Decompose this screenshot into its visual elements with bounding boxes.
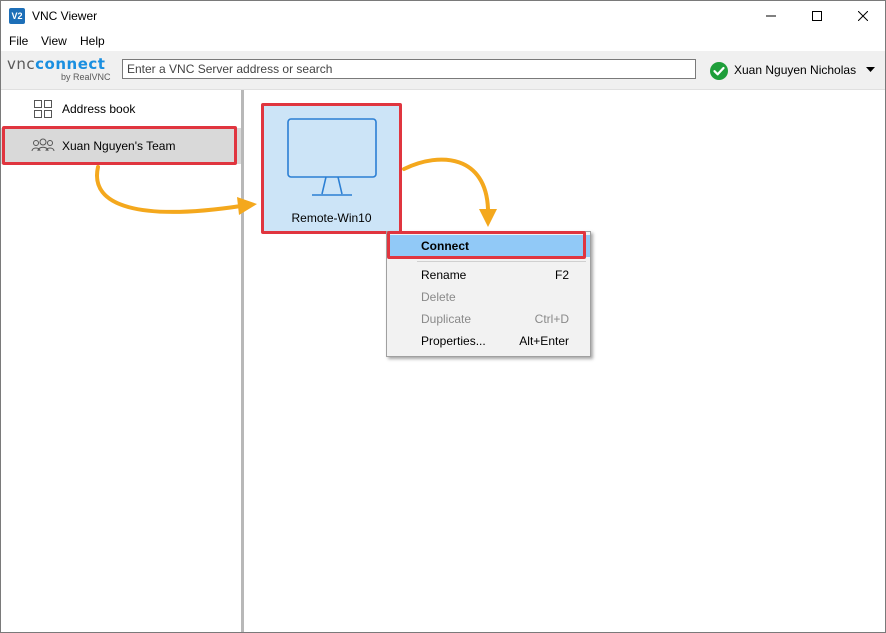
vnc-viewer-window: V2 VNC Viewer File View Help vncconnect … [0,0,886,633]
menu-item-label: Rename [421,268,467,282]
menu-item-label: Properties... [421,334,486,348]
title-bar: V2 VNC Viewer [1,1,885,31]
monitor-icon [287,118,377,196]
menu-item-label: Duplicate [421,312,472,326]
menu-item-properties[interactable]: Properties... Alt+Enter [387,330,590,352]
minimize-button[interactable] [748,1,794,31]
close-button[interactable] [840,1,885,31]
highlight-box-connect [387,231,586,259]
sidebar-item-label: Address book [62,102,136,116]
maximize-icon [812,11,822,21]
grid-icon [34,100,52,118]
menu-file[interactable]: File [9,34,28,48]
maximize-button[interactable] [794,1,840,31]
computer-tile-remote-win10[interactable]: Remote-Win10 [261,103,402,234]
menu-item-shortcut: Ctrl+D [534,312,569,326]
vnc-connect-logo: vncconnect by RealVNC [7,55,117,85]
chevron-down-icon[interactable] [866,67,875,73]
menu-item-duplicate: Duplicate Ctrl+D [387,308,590,330]
menu-item-delete: Delete [387,286,590,308]
check-circle-icon [710,62,728,80]
sidebar-item-address-book[interactable]: Address book [1,91,241,127]
vnc-app-icon: V2 [9,8,25,24]
logo-subtitle: by RealVNC [61,72,111,82]
highlight-box-team [2,126,237,165]
menu-item-label: Delete [421,290,456,304]
sidebar: Address book Xuan Nguyen's Team [1,90,244,632]
menu-separator [417,261,586,262]
minimize-icon [766,15,776,17]
menu-view[interactable]: View [41,34,67,48]
menu-bar: File View Help [1,31,885,51]
logo-connect-text: connect [35,55,106,73]
close-icon [858,11,868,21]
logo-vnc-text: vnc [7,55,36,73]
menu-item-shortcut: F2 [554,268,569,282]
menu-item-rename[interactable]: Rename F2 [387,264,590,286]
menu-help[interactable]: Help [80,34,105,48]
server-address-search-input[interactable] [122,59,696,79]
menu-item-shortcut: Alt+Enter [519,334,569,348]
computer-label: Remote-Win10 [291,211,372,225]
toolbar: vncconnect by RealVNC Xuan Nguyen Nichol… [1,51,885,90]
signed-in-username[interactable]: Xuan Nguyen Nicholas [734,63,856,77]
window-title: VNC Viewer [32,9,98,23]
